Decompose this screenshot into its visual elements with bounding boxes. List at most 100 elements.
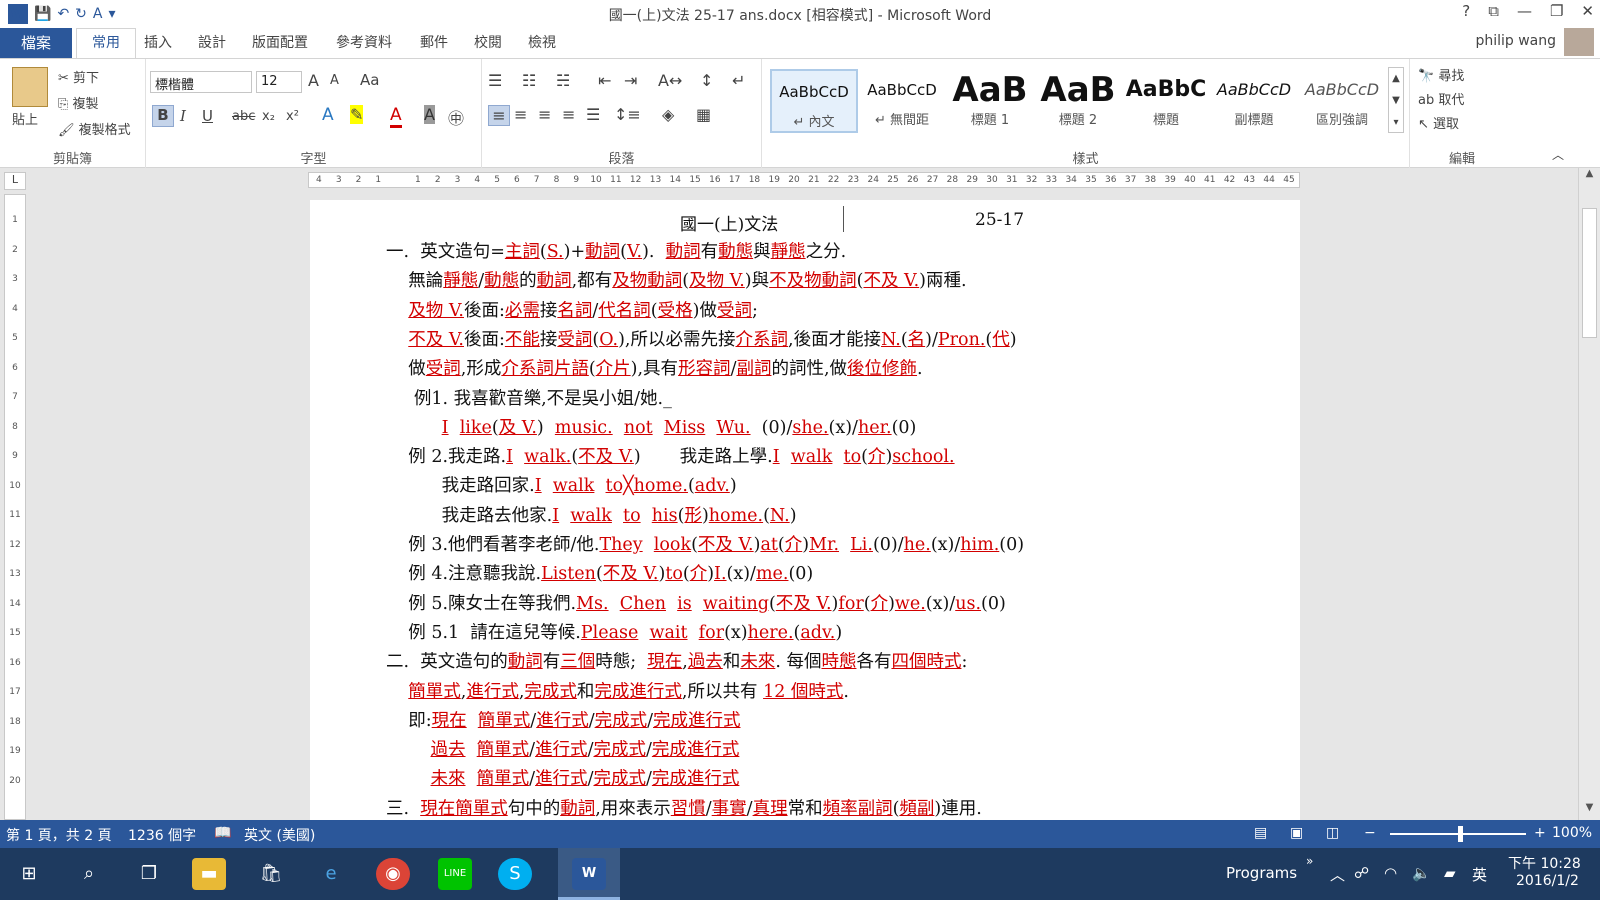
font-name-combo[interactable]: 標楷體: [150, 71, 252, 93]
distribute-icon[interactable]: ☰: [586, 105, 600, 124]
sort-icon[interactable]: ↕: [700, 71, 713, 90]
tab-view[interactable]: 檢視: [528, 32, 556, 52]
change-case-button[interactable]: Aa: [360, 71, 379, 89]
copy-button[interactable]: ⎘ 複製: [58, 93, 99, 112]
vertical-scrollbar[interactable]: ▲ ▼: [1578, 168, 1600, 820]
zoom-level[interactable]: 100%: [1552, 825, 1592, 841]
volume-icon[interactable]: 🔈: [1412, 864, 1431, 882]
show-marks-icon[interactable]: ↵: [732, 71, 745, 90]
ime-indicator[interactable]: 英: [1472, 864, 1487, 885]
clock-date[interactable]: 2016/1/2: [1516, 873, 1579, 889]
search-icon[interactable]: ⌕: [72, 858, 106, 890]
zoom-out-icon[interactable]: −: [1364, 825, 1376, 841]
tab-references[interactable]: 參考資料: [336, 32, 392, 52]
numbering-icon[interactable]: ☷: [522, 71, 536, 90]
web-layout-icon[interactable]: ◫: [1326, 825, 1339, 841]
word-taskbar-button[interactable]: W: [558, 848, 620, 900]
tab-mailings[interactable]: 郵件: [420, 32, 448, 52]
network-icon[interactable]: ☍: [1354, 864, 1369, 882]
zoom-slider-thumb[interactable]: [1458, 826, 1463, 842]
italic-button[interactable]: I: [180, 107, 186, 125]
proofing-icon[interactable]: 📖: [214, 825, 231, 841]
replace-button[interactable]: ab 取代: [1418, 89, 1464, 108]
style-heading-2[interactable]: AaB 標題 2: [1034, 69, 1122, 133]
tray-overflow-icon[interactable]: ︿: [1330, 864, 1345, 885]
close-button[interactable]: ✕: [1581, 2, 1594, 20]
tab-review[interactable]: 校閱: [474, 32, 502, 52]
tab-file[interactable]: 檔案: [0, 28, 72, 58]
align-right-icon[interactable]: ≡: [538, 105, 551, 124]
grow-font-button[interactable]: A: [308, 71, 319, 90]
help-button[interactable]: ?: [1462, 2, 1470, 20]
start-icon[interactable]: ⊞: [12, 858, 46, 890]
programs-expand-icon[interactable]: »: [1306, 854, 1313, 868]
minimize-button[interactable]: —: [1517, 2, 1532, 20]
zoom-in-icon[interactable]: +: [1534, 825, 1546, 841]
superscript-button[interactable]: x²: [286, 109, 299, 124]
language-status[interactable]: 英文 (美國): [244, 825, 315, 845]
chrome-icon[interactable]: ◉: [376, 858, 410, 890]
char-shading-icon[interactable]: A: [424, 105, 435, 124]
font-color-icon[interactable]: A: [390, 105, 402, 128]
subscript-button[interactable]: x₂: [262, 109, 275, 124]
vertical-ruler[interactable]: 1 2 3 4 5 6 7 8 9 10 11 12 13 14 15 16 17 18 19 20: [4, 194, 26, 820]
tab-insert[interactable]: 插入: [144, 32, 172, 52]
style-subtitle[interactable]: AaBbCcD 副標題: [1210, 69, 1298, 133]
decrease-indent-icon[interactable]: ⇤: [598, 71, 611, 90]
read-mode-icon[interactable]: ▤: [1254, 825, 1267, 841]
bold-button[interactable]: B: [152, 105, 174, 127]
style-subtle-emphasis[interactable]: AaBbCcD 區別強調: [1298, 69, 1386, 133]
tab-selector[interactable]: L: [4, 172, 26, 190]
style-no-spacing[interactable]: AaBbCcD ↵ 無間距: [858, 69, 946, 133]
enclose-char-icon[interactable]: ㊥: [448, 105, 464, 129]
paste-button[interactable]: 貼上: [12, 109, 38, 128]
scroll-down-icon[interactable]: ▼: [1579, 802, 1600, 820]
programs-toolbar[interactable]: Programs: [1226, 864, 1297, 882]
text-effects-icon[interactable]: A: [322, 105, 334, 125]
scroll-thumb[interactable]: [1582, 208, 1597, 338]
styles-scroll[interactable]: ▲ ▼ ▾: [1388, 67, 1404, 133]
align-center-icon[interactable]: ≡: [514, 105, 527, 124]
action-center-icon[interactable]: ▰: [1444, 864, 1456, 882]
line-icon[interactable]: LINE: [438, 858, 472, 890]
find-button[interactable]: 🔭 尋找: [1418, 65, 1464, 84]
maximize-button[interactable]: ❐: [1550, 2, 1563, 20]
tab-home[interactable]: 常用: [76, 28, 136, 58]
shading-icon[interactable]: ◈: [662, 105, 674, 124]
wifi-icon[interactable]: ◠: [1384, 864, 1397, 882]
document-page[interactable]: 國一(上)文法 25-17 一. 英文造句=主詞(S.)+動詞(V.). 動詞有…: [310, 200, 1300, 820]
tab-design[interactable]: 設計: [198, 32, 226, 52]
horizontal-ruler[interactable]: 4 3 2 1 1 2 3 4 5 6 7 8 9 10 11 12 13 14 15 16 17 18 19 20 21 22 2…: [308, 172, 1300, 188]
store-icon[interactable]: 🛍: [254, 858, 288, 890]
cut-button[interactable]: ✂ 剪下: [58, 67, 99, 86]
borders-icon[interactable]: ▦: [696, 105, 711, 124]
align-left-icon[interactable]: ≡: [488, 105, 510, 126]
style-normal[interactable]: AaBbCcD ↵ 內文: [770, 69, 858, 133]
user-name[interactable]: philip wang: [1475, 33, 1556, 49]
task-view-icon[interactable]: ❐: [132, 858, 166, 890]
strikethrough-button[interactable]: abc: [232, 109, 255, 124]
multilevel-list-icon[interactable]: ☵: [556, 71, 570, 90]
internet-explorer-icon[interactable]: e: [314, 858, 348, 890]
style-heading-1[interactable]: AaB 標題 1: [946, 69, 1034, 133]
line-spacing-icon[interactable]: ↕≡: [614, 105, 641, 124]
increase-indent-icon[interactable]: ⇥: [624, 71, 637, 90]
highlight-icon[interactable]: ✎: [350, 105, 364, 124]
select-button[interactable]: ↖ 選取: [1418, 113, 1459, 132]
underline-button[interactable]: U: [202, 107, 213, 125]
tab-layout[interactable]: 版面配置: [252, 32, 308, 52]
avatar[interactable]: [1564, 28, 1594, 56]
page-count[interactable]: 第 1 頁，共 2 頁: [6, 825, 112, 845]
style-title[interactable]: AaBbC 標題: [1122, 69, 1210, 133]
format-painter-button[interactable]: 🖌 複製格式: [58, 119, 131, 138]
clock-time[interactable]: 下午 10:28: [1508, 853, 1581, 873]
skype-icon[interactable]: S: [498, 858, 532, 890]
justify-icon[interactable]: ≡: [562, 105, 575, 124]
scroll-up-icon[interactable]: ▲: [1579, 168, 1600, 186]
shrink-font-button[interactable]: A: [330, 73, 339, 88]
file-explorer-icon[interactable]: ▬: [192, 858, 226, 890]
ribbon-display-button[interactable]: ⧉: [1488, 2, 1499, 20]
print-layout-icon[interactable]: ▣: [1290, 825, 1303, 841]
bullets-icon[interactable]: ☰: [488, 71, 502, 90]
font-size-combo[interactable]: 12: [256, 71, 302, 93]
